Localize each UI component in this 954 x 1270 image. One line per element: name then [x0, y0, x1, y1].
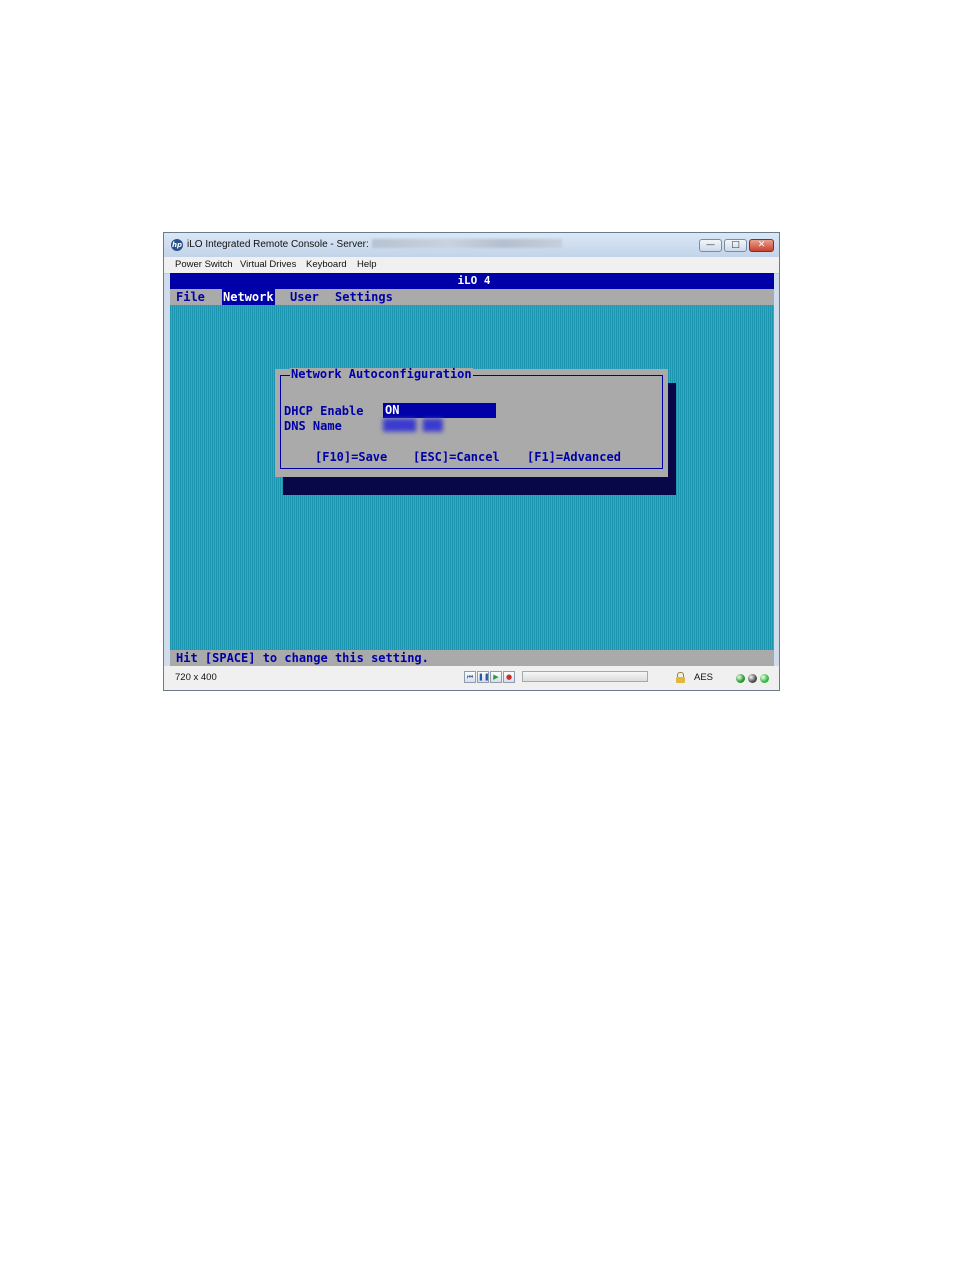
pause-icon[interactable]: ❚❚: [477, 671, 490, 683]
console-screen[interactable]: iLO 4 File Network User Settings Network…: [170, 273, 774, 666]
maximize-button[interactable]: □: [724, 239, 747, 252]
ilo-header: iLO 4: [170, 273, 774, 289]
play-icon[interactable]: ▶: [490, 671, 502, 683]
lock-icon: [676, 672, 685, 683]
menu-keyboard[interactable]: Keyboard: [306, 259, 347, 270]
save-key-hint[interactable]: [F10]=Save: [315, 450, 387, 464]
dhcp-enable-value[interactable]: ON: [383, 403, 496, 418]
server-name-redacted: [371, 239, 562, 248]
minimize-button[interactable]: —: [699, 239, 722, 252]
dns-name-label: DNS Name: [284, 419, 342, 433]
encryption-label: AES: [694, 672, 714, 683]
title-bar[interactable]: hp iLO Integrated Remote Console - Serve…: [164, 233, 779, 257]
resolution-label: 720 x 400: [175, 672, 217, 683]
window-title: iLO Integrated Remote Console - Server:: [187, 239, 562, 250]
dhcp-enable-label: DHCP Enable: [284, 404, 364, 418]
advanced-key-hint[interactable]: [F1]=Advanced: [527, 450, 621, 464]
console-status-line: Hit [SPACE] to change this setting.: [170, 650, 774, 666]
remote-console-window: hp iLO Integrated Remote Console - Serve…: [163, 232, 780, 691]
console-menu-settings[interactable]: Settings: [335, 289, 393, 305]
playback-progress-bar[interactable]: [522, 671, 648, 682]
console-menu-file[interactable]: File: [176, 289, 205, 305]
status-led-power-icon: [760, 674, 769, 683]
record-icon[interactable]: ●: [503, 671, 515, 683]
dns-name-value-redacted[interactable]: █████ ███: [383, 419, 453, 433]
dialog-title: Network Autoconfiguration: [290, 367, 473, 381]
app-menubar: Power Switch Virtual Drives Keyboard Hel…: [164, 257, 779, 274]
window-controls: — □ ✕: [697, 239, 774, 253]
close-button[interactable]: ✕: [749, 239, 774, 252]
menu-power-switch[interactable]: Power Switch: [175, 259, 233, 270]
status-led-gray-icon: [748, 674, 757, 683]
menu-help[interactable]: Help: [357, 259, 377, 270]
cancel-key-hint[interactable]: [ESC]=Cancel: [413, 450, 500, 464]
hp-logo-icon: hp: [171, 239, 183, 251]
skip-back-icon[interactable]: ⏮: [464, 671, 476, 683]
status-led-green-icon: [736, 674, 745, 683]
menu-virtual-drives[interactable]: Virtual Drives: [240, 259, 296, 270]
console-menu-user[interactable]: User: [290, 289, 319, 305]
network-autoconfig-dialog: Network Autoconfiguration DHCP Enable ON…: [275, 367, 668, 477]
console-menu-network[interactable]: Network: [222, 289, 275, 305]
console-menu-bar: File Network User Settings: [170, 289, 774, 305]
status-bar: 720 x 400 ⏮ ❚❚ ▶ ● AES: [164, 666, 779, 690]
